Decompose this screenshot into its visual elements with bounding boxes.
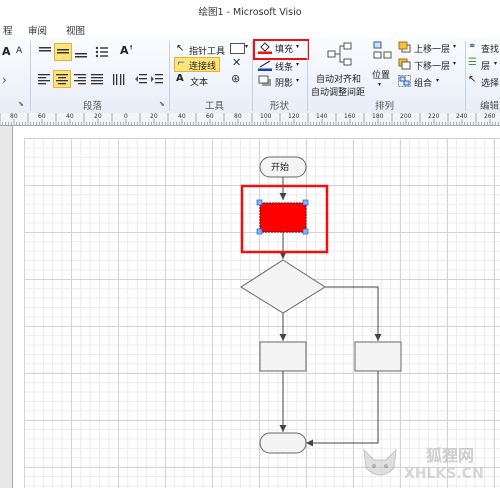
fox-logo-icon	[363, 448, 397, 476]
process-shape-left[interactable]	[259, 341, 307, 372]
flowchart	[240, 156, 402, 454]
start-label: 开始	[271, 163, 290, 173]
watermark-title: 狐狸网	[426, 446, 475, 465]
connector-line[interactable]	[325, 286, 382, 341]
watermark-url: XHLKS.CN	[404, 466, 484, 482]
decision-shape[interactable]	[240, 259, 326, 314]
watermark: 狐狸网 XHLKS.CN	[360, 440, 500, 488]
connector-line[interactable]	[306, 371, 379, 447]
end-terminator-shape[interactable]	[259, 432, 307, 454]
selected-process-shape[interactable]	[259, 202, 307, 233]
process-shape-right[interactable]	[354, 341, 402, 372]
